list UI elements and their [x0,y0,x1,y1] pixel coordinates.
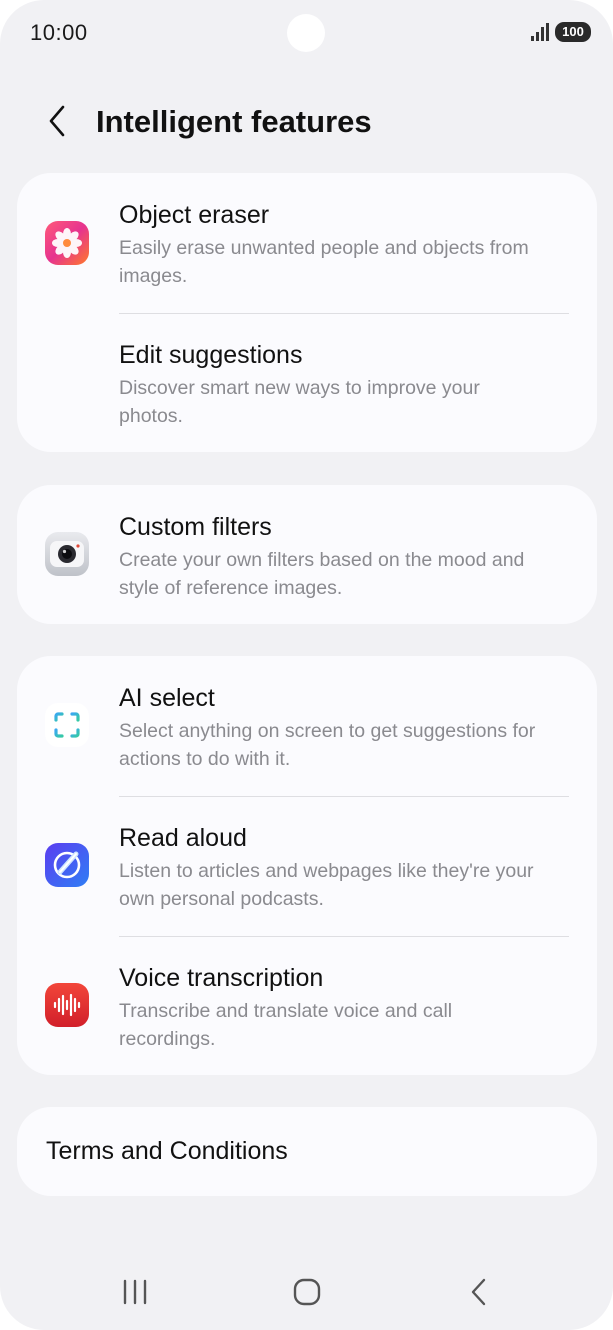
item-description: Transcribe and translate voice and call … [119,1000,453,1050]
recents-button[interactable] [105,1272,165,1316]
item-title: Edit suggestions [119,341,303,369]
phone-screen: 10:00 100 Intelligent features Object er… [0,0,613,1330]
list-item-object-eraser[interactable]: Object eraser Easily erase unwanted peop… [17,173,597,313]
read-aloud-icon [45,843,89,887]
item-description: Discover smart new ways to improve your … [119,377,480,427]
terms-and-conditions-row[interactable]: Terms and Conditions [17,1107,597,1196]
item-description: Create your own filters based on the moo… [119,549,525,599]
home-icon [293,1278,321,1311]
ai-select-icon [45,703,89,747]
voice-recorder-icon [45,983,89,1027]
item-title: Read aloud [119,824,247,852]
item-description: Listen to articles and webpages like the… [119,860,534,910]
terms-label: Terms and Conditions [46,1137,288,1165]
item-description: Select anything on screen to get suggest… [119,720,536,770]
front-camera-cutout [287,14,325,52]
item-title: AI select [119,684,215,712]
signal-icon [530,22,550,42]
object-eraser-flower-icon [45,221,89,265]
item-title: Voice transcription [119,964,324,992]
status-time: 10:00 [30,20,88,45]
recents-icon [121,1279,149,1310]
card-photo-features: Object eraser Easily erase unwanted peop… [17,173,597,452]
home-button[interactable] [277,1272,337,1316]
card-assistant-features: AI select Select anything on screen to g… [17,656,597,1075]
status-bar: 10:00 100 [0,0,613,64]
page-title: Intelligent features [96,104,372,139]
list-item-voice-transcription[interactable]: Voice transcription Transcribe and trans… [17,936,597,1075]
card-custom-filters: Custom filters Create your own filters b… [17,485,597,624]
list-item-edit-suggestions[interactable]: Edit suggestions Discover smart new ways… [17,313,597,452]
chevron-left-icon [47,104,67,143]
list-item-read-aloud[interactable]: Read aloud Listen to articles and webpag… [17,796,597,936]
navigation-bar [0,1260,613,1326]
app-header: Intelligent features [0,92,613,156]
list-item-ai-select[interactable]: AI select Select anything on screen to g… [17,656,597,796]
camera-icon [45,532,89,576]
item-description: Easily erase unwanted people and objects… [119,237,529,287]
battery-icon: 100 [555,22,591,42]
list-item-custom-filters[interactable]: Custom filters Create your own filters b… [17,485,597,624]
back-icon [469,1278,489,1311]
nav-back-button[interactable] [449,1272,509,1316]
item-title: Object eraser [119,201,270,229]
item-title: Custom filters [119,513,272,541]
back-button[interactable] [34,98,80,148]
